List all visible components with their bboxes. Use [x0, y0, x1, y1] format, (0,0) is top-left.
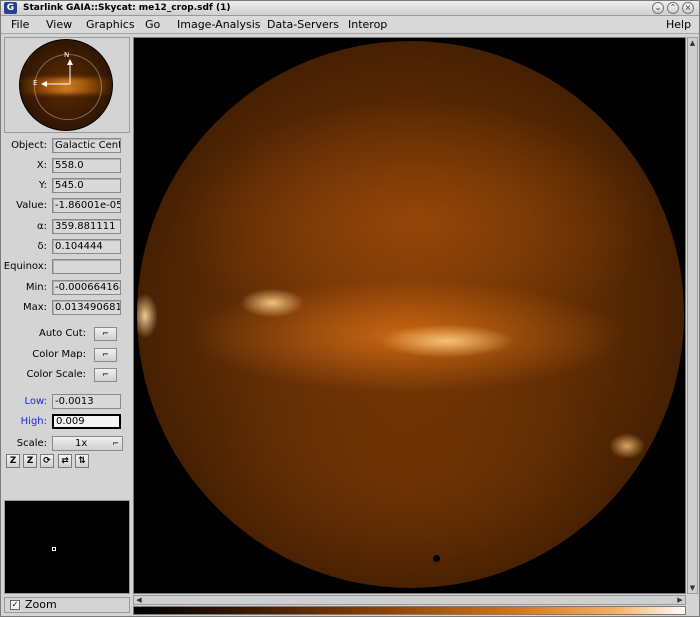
scale-value: 1x [75, 438, 88, 449]
image-canvas[interactable] [133, 37, 686, 594]
flip-y-button[interactable]: ⇅ [75, 454, 89, 468]
minimize-button[interactable]: ⌄ [652, 2, 664, 14]
alpha-field[interactable]: 359.881111 [52, 219, 121, 234]
zoom-in-button[interactable]: Z [6, 454, 20, 468]
zoom-label: Zoom [25, 598, 57, 611]
scroll-down-icon[interactable]: ▼ [688, 583, 697, 593]
image-marker [433, 555, 440, 562]
min-label: Min: [25, 282, 47, 293]
gaia-app-icon[interactable]: G [4, 2, 17, 14]
color-map-label: Color Map: [32, 349, 86, 360]
zoom-checkbox[interactable]: ✓ [10, 600, 20, 610]
menu-graphics[interactable]: Graphics [86, 18, 135, 32]
scroll-left-icon[interactable]: ◀ [134, 596, 144, 604]
close-button[interactable]: × [682, 2, 694, 14]
auto-cut-label: Auto Cut: [38, 328, 86, 339]
menu-file[interactable]: File [11, 18, 29, 32]
menu-data-servers[interactable]: Data-Servers [267, 18, 339, 32]
max-label: Max: [22, 302, 47, 313]
title-bar[interactable]: G Starlink GAIA::Skycat: me12_crop.sdf (… [1, 1, 699, 16]
menubar: File View Graphics Go Image-Analysis Dat… [1, 16, 699, 34]
color-scale-label: Color Scale: [26, 369, 86, 380]
window-title: Starlink GAIA::Skycat: me12_crop.sdf (1) [23, 3, 231, 13]
x-label: X: [36, 160, 47, 171]
panner-image[interactable]: N E [19, 39, 113, 131]
low-cut-label: Low: [24, 396, 47, 407]
low-cut-input[interactable]: -0.0013 [52, 394, 121, 409]
gaia-window: G Starlink GAIA::Skycat: me12_crop.sdf (… [0, 0, 700, 617]
alpha-label: α: [37, 221, 47, 232]
x-field[interactable]: 558.0 [52, 158, 121, 173]
menu-view[interactable]: View [46, 18, 72, 32]
delta-field[interactable]: 0.104444 [52, 239, 121, 254]
auto-cut-menu-button[interactable]: ⌐ [94, 327, 117, 341]
scale-dropdown-icon: ⌐ [112, 439, 119, 448]
value-label: Value: [16, 200, 47, 211]
value-field[interactable]: -1.86001e-05 [52, 198, 121, 213]
maximize-button[interactable]: ⌃ [667, 2, 679, 14]
vertical-scrollbar[interactable]: ▲ ▼ [687, 37, 698, 594]
equinox-label: Equinox: [3, 261, 47, 272]
astronomical-image[interactable] [137, 41, 684, 588]
scroll-up-icon[interactable]: ▲ [688, 38, 697, 48]
color-map-menu-button[interactable]: ⌐ [94, 348, 117, 362]
horizontal-scrollbar[interactable]: ◀ ▶ [133, 595, 686, 605]
scale-label: Scale: [16, 438, 47, 449]
equinox-field[interactable] [52, 259, 121, 274]
menu-interop[interactable]: Interop [348, 18, 387, 32]
colorbar[interactable] [133, 606, 686, 615]
zoom-cursor-marker [52, 547, 56, 551]
zoom-toggle[interactable]: ✓ Zoom [4, 597, 130, 613]
object-label: Object: [11, 140, 47, 151]
compass-north-label: N [64, 51, 70, 59]
color-scale-menu-button[interactable]: ⌐ [94, 368, 117, 382]
high-cut-label: High: [20, 416, 47, 427]
scrollbar-corner [687, 595, 698, 615]
min-field[interactable]: -0.000664168 [52, 280, 121, 295]
scale-menu-button[interactable]: 1x ⌐ [52, 436, 123, 451]
panner-panel: N E [4, 37, 130, 133]
delta-label: δ: [37, 241, 48, 252]
menu-image-analysis[interactable]: Image-Analysis [177, 18, 261, 32]
menu-go[interactable]: Go [145, 18, 160, 32]
zoom-view [4, 500, 130, 594]
flip-x-button[interactable]: ⇄ [58, 454, 72, 468]
menu-help[interactable]: Help [666, 18, 691, 32]
zoom-out-button[interactable]: Z [23, 454, 37, 468]
object-field[interactable]: Galactic Cent [52, 138, 121, 153]
compass-east-label: E [33, 79, 38, 87]
scroll-right-icon[interactable]: ▶ [675, 596, 685, 604]
max-field[interactable]: 0.0134906813 [52, 300, 121, 315]
high-cut-input[interactable]: 0.009 [52, 414, 121, 429]
y-field[interactable]: 545.0 [52, 178, 121, 193]
rotate-button[interactable]: ⟳ [40, 454, 54, 468]
y-label: Y: [38, 180, 47, 191]
